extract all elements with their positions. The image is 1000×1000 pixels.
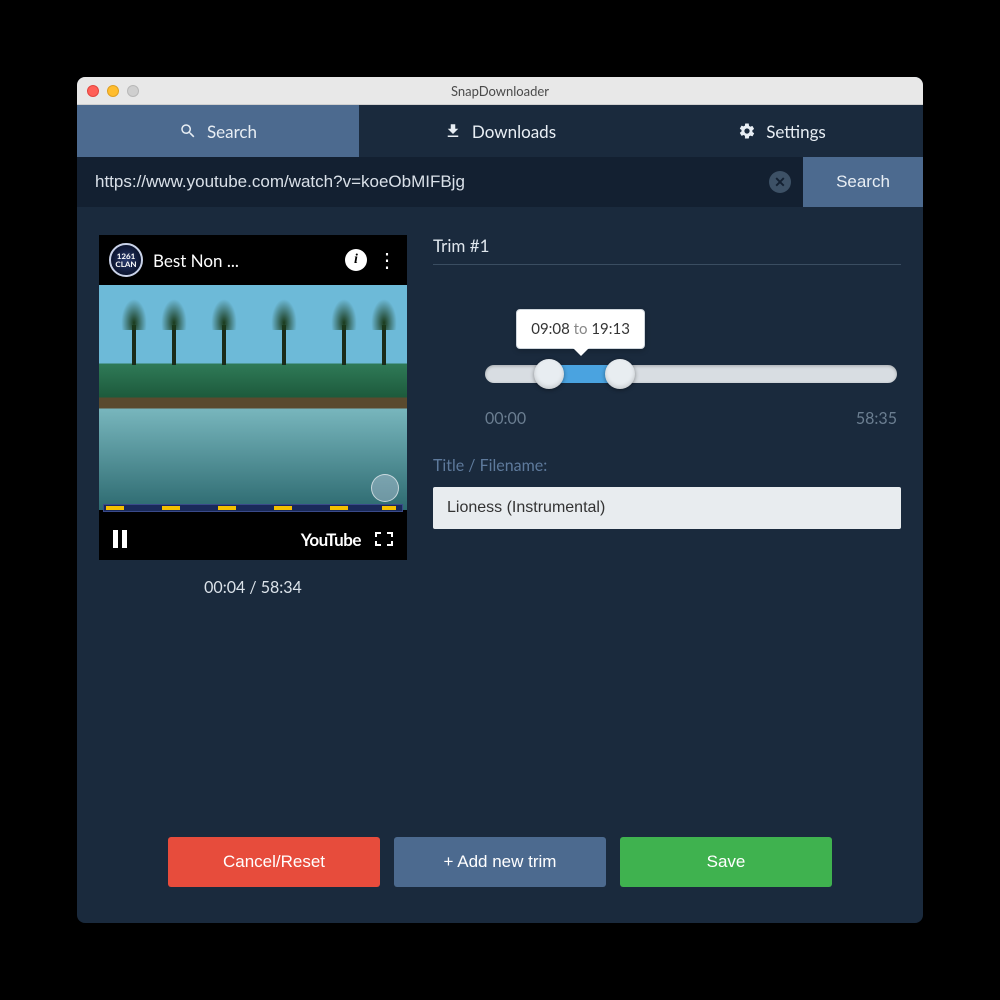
trim-slider-area: 09:08 to 19:13	[433, 309, 901, 399]
video-frame	[99, 285, 407, 510]
provider-label: YouTube	[301, 529, 361, 550]
app-window: SnapDownloader Search Downloads Settings…	[77, 77, 923, 923]
tab-downloads[interactable]: Downloads	[359, 105, 641, 157]
window-title: SnapDownloader	[77, 83, 923, 99]
trim-heading: Trim #1	[433, 235, 901, 265]
action-footer: Cancel/Reset + Add new trim Save	[77, 813, 923, 923]
range-end-label: 58:35	[856, 409, 897, 428]
save-button[interactable]: Save	[620, 837, 832, 887]
info-icon[interactable]: i	[345, 249, 367, 271]
watermark-icon	[371, 474, 399, 502]
gear-icon	[738, 122, 756, 140]
trim-handle-end[interactable]	[605, 359, 635, 389]
tab-settings[interactable]: Settings	[641, 105, 923, 157]
search-bar: ✕ Search	[77, 157, 923, 207]
tab-label: Search	[207, 121, 257, 142]
content-area: 1261 CLAN Best Non ... i ⋮	[77, 207, 923, 813]
cancel-reset-button[interactable]: Cancel/Reset	[168, 837, 380, 887]
video-header: 1261 CLAN Best Non ... i ⋮	[99, 235, 407, 285]
pause-button[interactable]	[113, 530, 127, 548]
playback-time: 00:04 / 58:34	[204, 578, 302, 597]
trim-range-labels: 00:00 58:35	[433, 409, 901, 428]
search-button[interactable]: Search	[803, 157, 923, 207]
fullscreen-button[interactable]	[375, 532, 393, 546]
trim-panel: Trim #1 09:08 to 19:13 00:00 58:35 Title…	[433, 235, 901, 813]
main-tabs: Search Downloads Settings	[77, 105, 923, 157]
video-preview-column: 1261 CLAN Best Non ... i ⋮	[99, 235, 407, 813]
titlebar: SnapDownloader	[77, 77, 923, 105]
filename-input[interactable]	[433, 487, 901, 529]
tooltip-to: to	[574, 320, 588, 338]
trim-track[interactable]	[485, 365, 897, 383]
video-controls: YouTube	[99, 518, 407, 560]
tab-search[interactable]: Search	[77, 105, 359, 157]
video-progress-bar[interactable]	[103, 504, 403, 512]
tab-label: Downloads	[472, 121, 556, 142]
video-title: Best Non ...	[153, 250, 335, 271]
trim-handle-start[interactable]	[534, 359, 564, 389]
url-input[interactable]	[77, 157, 757, 207]
channel-avatar: 1261 CLAN	[109, 243, 143, 277]
tab-label: Settings	[766, 121, 826, 142]
video-player[interactable]: 1261 CLAN Best Non ... i ⋮	[99, 235, 407, 560]
download-icon	[444, 122, 462, 140]
filename-label: Title / Filename:	[433, 456, 901, 475]
trim-range-tooltip: 09:08 to 19:13	[516, 309, 645, 349]
more-icon[interactable]: ⋮	[377, 248, 397, 272]
search-icon	[179, 122, 197, 140]
range-start-label: 00:00	[485, 409, 526, 428]
tooltip-start: 09:08	[531, 320, 570, 338]
clear-url-button[interactable]: ✕	[757, 157, 803, 207]
tooltip-end: 19:13	[591, 320, 630, 338]
add-new-trim-button[interactable]: + Add new trim	[394, 837, 606, 887]
clear-icon: ✕	[769, 171, 791, 193]
